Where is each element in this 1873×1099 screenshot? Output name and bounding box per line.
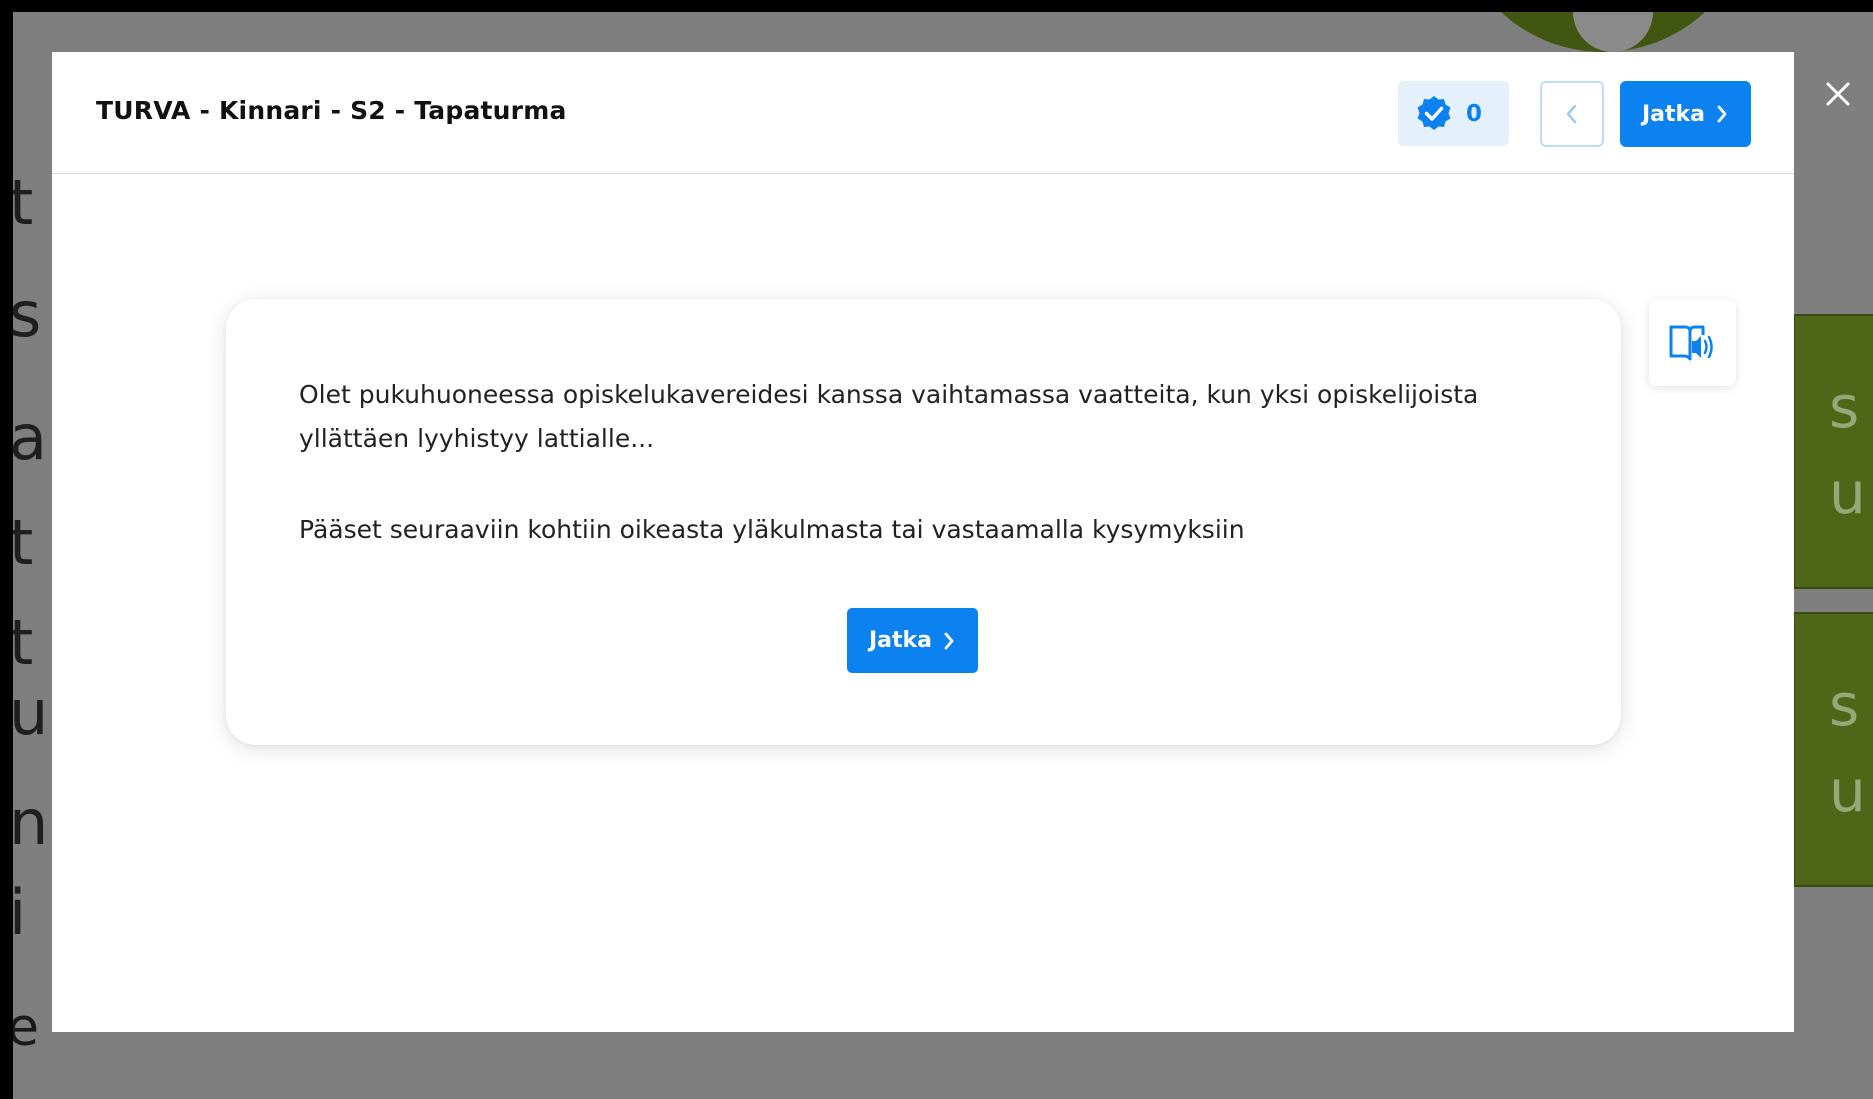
background-green-shape [1453, 12, 1753, 52]
instruction-text: Pääset seuraaviin kohtiin oikeasta yläku… [299, 515, 1245, 544]
read-aloud-icon [1669, 325, 1713, 360]
next-button-label: Jatka [1641, 101, 1706, 127]
chevron-right-icon [944, 632, 954, 649]
background-text-fragment: e [13, 998, 39, 1058]
read-aloud-button[interactable] [1649, 299, 1736, 386]
verified-badge-icon [1417, 95, 1451, 130]
background-text-fragment: n [13, 786, 49, 859]
background-text-fragment: t [13, 166, 34, 239]
modal-body: Olet pukuhuoneessa opiskelukavereidesi k… [52, 175, 1794, 1032]
background-text-fragment: i [13, 876, 27, 949]
modal-title: TURVA - Kinnari - S2 - Tapaturma [96, 96, 567, 125]
scenario-text: Olet pukuhuoneessa opiskelukavereidesi k… [299, 380, 1479, 453]
background-text-fragment: t [13, 606, 34, 679]
scenario-modal: TURVA - Kinnari - S2 - Tapaturma 0 Jatka… [52, 52, 1794, 1032]
chevron-right-icon [1717, 105, 1727, 123]
score-value: 0 [1466, 100, 1483, 127]
previous-button[interactable] [1540, 81, 1604, 147]
next-button[interactable]: Jatka [1620, 81, 1751, 147]
continue-button-label: Jatka [868, 628, 933, 653]
background-text-fragment: t [13, 506, 34, 579]
background-green-card: s u [1793, 612, 1873, 887]
background-text-fragment: s [13, 278, 42, 351]
continue-button[interactable]: Jatka [847, 608, 978, 673]
close-modal-button[interactable] [1818, 74, 1858, 114]
chevron-left-icon [1566, 104, 1577, 124]
modal-header: TURVA - Kinnari - S2 - Tapaturma 0 Jatka [52, 52, 1794, 174]
background-text-fragment: a [13, 401, 47, 474]
content-card: Olet pukuhuoneessa opiskelukavereidesi k… [226, 299, 1621, 745]
score-badge: 0 [1398, 81, 1509, 146]
background-text-fragment: u [13, 676, 49, 749]
background-green-card: s u [1793, 314, 1873, 589]
close-icon [1826, 82, 1850, 106]
